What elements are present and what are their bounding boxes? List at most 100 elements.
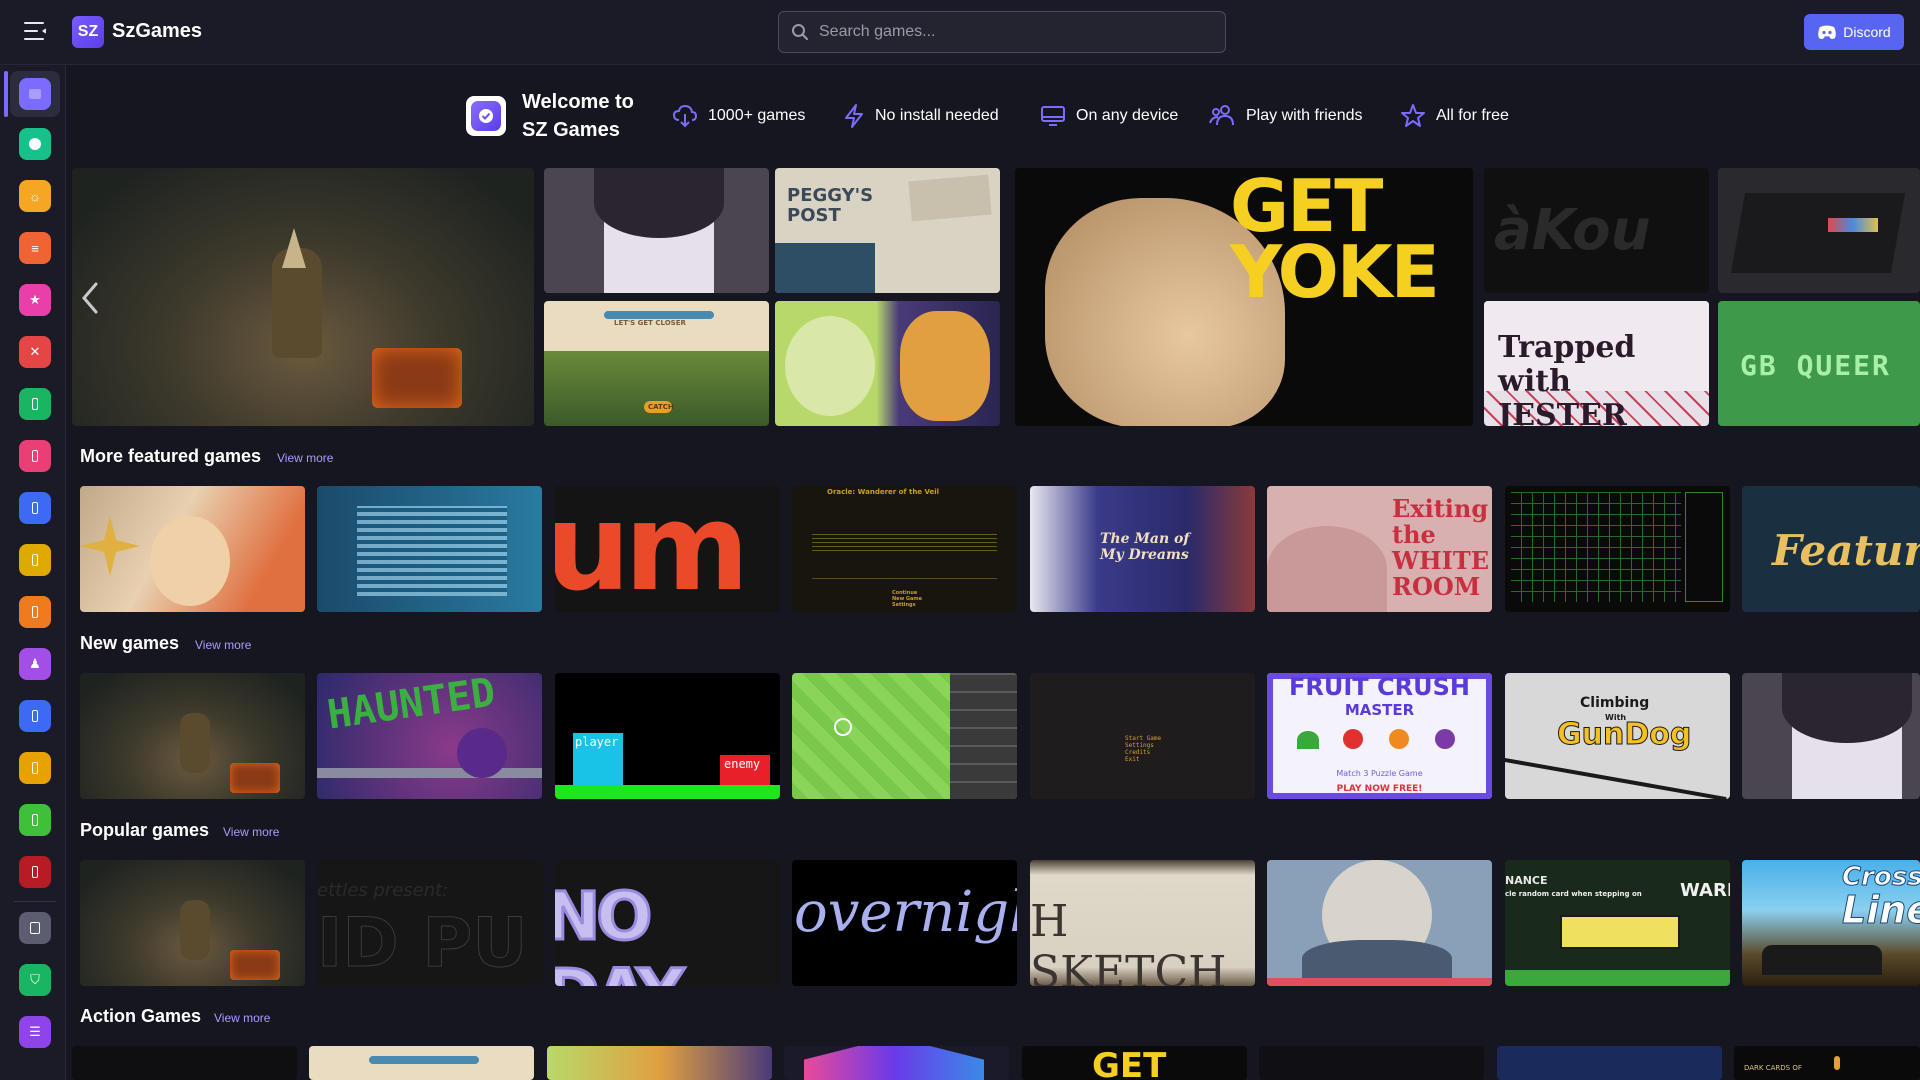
action-game-tile-3[interactable] bbox=[547, 1046, 772, 1080]
featured-hero-tile[interactable] bbox=[72, 168, 534, 426]
new-game-tile-field[interactable] bbox=[792, 673, 1017, 799]
menu-toggle-icon[interactable] bbox=[24, 20, 48, 42]
action-game-tile-6[interactable] bbox=[1259, 1046, 1484, 1080]
fruit-crush-cta: PLAY NOW FREE! bbox=[1336, 784, 1423, 794]
sidebar-item-racing[interactable] bbox=[19, 596, 51, 628]
featured-tile-get-yoke[interactable]: GET YOKE bbox=[1015, 168, 1473, 426]
new-game-tile-haunted[interactable]: HAUNTED bbox=[317, 673, 542, 799]
new-game-tile-start-menu[interactable]: Start Game Settings Credits Exit bbox=[1030, 673, 1255, 799]
card-icon bbox=[32, 554, 38, 566]
sidebar-item-puzzle[interactable] bbox=[19, 492, 51, 524]
sidebar-item-sports[interactable] bbox=[19, 752, 51, 784]
more-featured-tile-4[interactable]: Oracle: Wanderer of the Veil Continue Ne… bbox=[792, 486, 1017, 612]
popular-game-tile-id-pu[interactable]: ettles present: ID PU bbox=[317, 860, 542, 986]
card-icon bbox=[32, 450, 38, 462]
lines-icon: ≡ bbox=[31, 240, 39, 256]
featured-tile-peggys-post[interactable]: PEGGY'S POST bbox=[775, 168, 1000, 293]
white-room-title: Exiting the WHITE ROOM bbox=[1392, 494, 1490, 601]
search-input[interactable] bbox=[819, 12, 1219, 52]
sidebar-item-privacy[interactable]: ⛉ bbox=[19, 964, 51, 996]
feature-label: All for free bbox=[1436, 107, 1509, 124]
feature-label: Play with friends bbox=[1246, 107, 1363, 124]
carousel-prev-arrow-icon[interactable] bbox=[78, 280, 102, 316]
action-game-tile-4[interactable] bbox=[784, 1046, 1009, 1080]
list-icon: ☰ bbox=[29, 1024, 41, 1039]
more-featured-tile-1[interactable] bbox=[80, 486, 305, 612]
view-more-link-action-games[interactable]: View more bbox=[214, 1011, 270, 1025]
card-icon bbox=[32, 814, 38, 826]
popular-game-tile-overnight[interactable]: overnight bbox=[792, 860, 1017, 986]
popular-game-tile-ward[interactable]: NANCE cle random card when stepping on W… bbox=[1505, 860, 1730, 986]
new-game-tile-gundog[interactable]: Climbing With GunDog bbox=[1505, 673, 1730, 799]
sidebar: ☼ ≡ ★ ✕ ♟ ⛉ ☰ bbox=[0, 65, 66, 1080]
new-game-tile-fruit-crush[interactable]: FRUIT CRUSH MASTER Match 3 Puzzle Game P… bbox=[1267, 673, 1492, 799]
more-featured-tile-white-room[interactable]: Exiting the WHITE ROOM bbox=[1267, 486, 1492, 612]
sidebar-item-rpg[interactable]: ♟ bbox=[19, 648, 51, 680]
action-game-tile-7[interactable] bbox=[1497, 1046, 1722, 1080]
brand-name[interactable]: SzGames bbox=[112, 20, 202, 43]
popular-game-tile-old-woman[interactable] bbox=[1267, 860, 1492, 986]
oracle-menu: Continue New Game Settings bbox=[892, 590, 923, 608]
sidebar-item-new[interactable]: ≡ bbox=[19, 232, 51, 264]
feature-any-device: On any device bbox=[1040, 103, 1178, 129]
monitor-icon bbox=[1041, 106, 1065, 126]
sidebar-item-horror[interactable] bbox=[19, 856, 51, 888]
feature-label: No install needed bbox=[875, 107, 999, 124]
discord-button[interactable]: Discord bbox=[1804, 14, 1904, 50]
star-icon bbox=[1401, 104, 1425, 127]
featured-tile-card-table[interactable] bbox=[1718, 168, 1920, 293]
lightning-icon bbox=[845, 104, 863, 128]
sidebar-item-favorites[interactable]: ★ bbox=[19, 284, 51, 316]
featured-tile-jester[interactable]: Trapped with JESTER bbox=[1484, 301, 1709, 426]
more-featured-tile-2[interactable] bbox=[317, 486, 542, 612]
action-game-tile-2[interactable] bbox=[309, 1046, 534, 1080]
feature-label: On any device bbox=[1076, 107, 1179, 124]
featured-tile-creatures[interactable] bbox=[775, 301, 1000, 426]
sidebar-item-casual[interactable] bbox=[19, 440, 51, 472]
popular-game-tile-1[interactable] bbox=[80, 860, 305, 986]
more-featured-tile-puzzle-grid[interactable] bbox=[1505, 486, 1730, 612]
sidebar-divider bbox=[14, 901, 56, 902]
view-more-link-more-featured[interactable]: View more bbox=[277, 451, 333, 465]
feature-friends: Play with friends bbox=[1208, 103, 1363, 129]
card-icon bbox=[32, 710, 38, 722]
new-game-tile-sad-girl[interactable] bbox=[1742, 673, 1920, 799]
oracle-title: Oracle: Wanderer of the Veil bbox=[827, 488, 940, 496]
feature-free: All for free bbox=[1400, 103, 1509, 129]
featured-tile-akou[interactable]: àKou bbox=[1484, 168, 1709, 293]
welcome-title-line1: Welcome to bbox=[522, 91, 634, 113]
sidebar-active-indicator bbox=[4, 71, 8, 117]
sidebar-item-simulation[interactable] bbox=[19, 804, 51, 836]
featured-tile-gb-queer[interactable]: GB QUEER bbox=[1718, 301, 1920, 426]
view-more-link-popular-games[interactable]: View more bbox=[223, 825, 279, 839]
sidebar-item-trending[interactable]: ☼ bbox=[19, 180, 51, 212]
sidebar-item-about[interactable]: ☰ bbox=[19, 1016, 51, 1048]
new-game-tile-1[interactable] bbox=[80, 673, 305, 799]
action-game-tile-1[interactable] bbox=[72, 1046, 297, 1080]
more-featured-tile-feature[interactable]: Feature bbox=[1742, 486, 1920, 612]
sidebar-item-adventure[interactable] bbox=[19, 388, 51, 420]
popular-game-tile-crossing-line[interactable]: Crossin Line bbox=[1742, 860, 1920, 986]
search-box[interactable] bbox=[778, 11, 1226, 53]
cross-icon: ✕ bbox=[29, 344, 41, 359]
sidebar-item-home[interactable] bbox=[19, 78, 51, 110]
action-game-tile-dark-cards[interactable]: DARK CARDS OF bbox=[1734, 1046, 1920, 1080]
action-game-tile-get-yoke[interactable]: GET bbox=[1022, 1046, 1247, 1080]
jester-title: Trapped with JESTER bbox=[1498, 330, 1636, 427]
sidebar-item-docs[interactable] bbox=[19, 912, 51, 944]
view-more-link-new-games[interactable]: View more bbox=[195, 638, 251, 652]
sidebar-item-action[interactable]: ✕ bbox=[19, 336, 51, 368]
featured-tile-sad-girl[interactable] bbox=[544, 168, 769, 293]
more-featured-tile-3[interactable]: um bbox=[555, 486, 780, 612]
sidebar-item-recent[interactable] bbox=[19, 128, 51, 160]
gb-queer-title: GB QUEER bbox=[1740, 349, 1891, 382]
popular-game-tile-sketch[interactable]: H SKETCH bbox=[1030, 860, 1255, 986]
sidebar-item-shooter[interactable] bbox=[19, 700, 51, 732]
new-game-tile-player-enemy[interactable]: player enemy bbox=[555, 673, 780, 799]
featured-tile-lets-get-closer[interactable]: LET'S GET CLOSER CATCH bbox=[544, 301, 769, 426]
popular-game-tile-no-day[interactable]: NO DAY bbox=[555, 860, 780, 986]
presents-text: ettles present: bbox=[317, 880, 449, 901]
sidebar-item-strategy[interactable] bbox=[19, 544, 51, 576]
brand-logo[interactable]: SZ bbox=[72, 16, 104, 48]
more-featured-tile-man-of-dreams[interactable]: The Man of My Dreams bbox=[1030, 486, 1255, 612]
